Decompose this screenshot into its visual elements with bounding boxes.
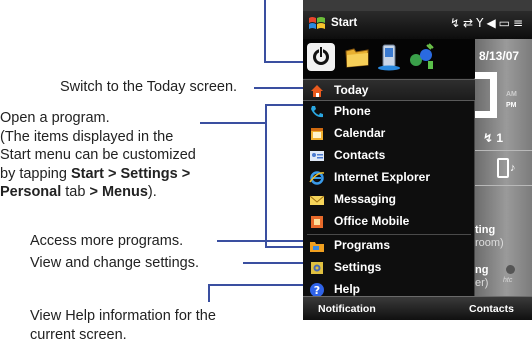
leader-open-program-top	[265, 104, 306, 106]
callout-help-line2: current screen.	[30, 326, 127, 343]
contacts-card-icon	[310, 151, 324, 161]
callout-open-program-line1: Open a program.	[0, 110, 110, 126]
menu-item-settings-label: Settings	[334, 260, 382, 274]
calendar-icon	[311, 128, 323, 140]
callout-open-program-line5-post: ).	[147, 184, 157, 200]
music-note-icon: ♪	[510, 162, 516, 174]
menu-item-phone-label: Phone	[334, 104, 371, 118]
callout-open-program: Open a program. (The items displayed in …	[0, 109, 196, 202]
phone-device-icon[interactable]	[375, 43, 403, 71]
missed-call-icon: ↯	[483, 131, 497, 145]
power-stem	[319, 46, 323, 58]
internet-explorer-icon	[309, 171, 325, 185]
callout-more-programs: Access more programs.	[30, 233, 184, 249]
appointment-tile[interactable]: ting room)	[475, 224, 504, 250]
callout-open-program-line5: Personal tab > Menus).	[0, 183, 196, 202]
menu-item-calendar-label: Calendar	[334, 126, 386, 140]
leader-iconbar-vertical	[264, 0, 266, 62]
leader-open-program-callout	[200, 122, 266, 124]
callout-open-program-line4-bold: Start > Settings >	[70, 165, 191, 182]
menu-item-office-mobile[interactable]: Office Mobile	[303, 211, 475, 233]
appointment-location: room)	[475, 237, 504, 249]
menu-item-messaging[interactable]: Messaging	[303, 189, 475, 211]
leader-today	[254, 87, 306, 89]
folder-icon[interactable]	[343, 43, 371, 71]
menu-item-settings[interactable]: Settings	[303, 257, 475, 279]
softkey-contacts[interactable]: Contacts	[469, 303, 514, 315]
music-player-icon[interactable]	[497, 158, 509, 178]
menu-item-programs-label: Programs	[334, 238, 391, 252]
leader-help-horizontal	[208, 284, 306, 286]
today-date: 8/13/07	[479, 49, 520, 63]
status-icons[interactable]: ↯⇄Y◀▭≡	[450, 16, 526, 30]
menu-item-calendar[interactable]: Calendar	[303, 123, 475, 145]
leader-settings	[243, 262, 306, 264]
callout-open-program-line4: by tapping Start > Settings >	[0, 165, 196, 184]
menu-item-programs[interactable]: Programs	[303, 235, 475, 257]
settings-icon	[311, 262, 323, 274]
callout-help: View Help information for the current sc…	[30, 307, 216, 344]
today-separator-2	[475, 185, 532, 186]
leader-programs	[217, 240, 306, 242]
second-tile-sub: er)	[475, 277, 489, 289]
callout-open-program-line4-text: by tapping	[0, 165, 71, 182]
htc-logo-mark	[506, 265, 515, 274]
softkey-notification[interactable]: Notification	[318, 303, 376, 315]
soft-key-bar: Notification Contacts	[303, 296, 532, 320]
power-icon[interactable]	[307, 43, 335, 71]
menu-item-internet-explorer[interactable]: Internet Explorer	[303, 167, 475, 189]
menu-item-phone[interactable]: Phone	[303, 101, 475, 123]
missed-call-number: 1	[496, 131, 504, 145]
programs-folder-icon	[310, 242, 324, 252]
today-separator-1	[475, 150, 532, 151]
menu-item-messaging-label: Messaging	[334, 192, 397, 206]
leader-open-program-bottom	[265, 246, 306, 248]
callout-open-program-line2: (The items displayed in the	[0, 128, 174, 145]
menu-item-today-label: Today	[334, 83, 369, 97]
windows-flag-icon[interactable]	[308, 15, 326, 33]
callout-open-program-line5-mid: tab	[61, 184, 90, 200]
missed-call-count: ↯ 1	[483, 131, 503, 145]
leader-open-program-vertical	[265, 104, 267, 248]
menu-item-help-label: Help	[334, 282, 361, 296]
title-bar: Start ↯⇄Y◀▭≡	[303, 11, 532, 39]
clock-pm-label: PM	[506, 102, 517, 109]
callout-settings: View and change settings.	[30, 255, 200, 271]
device-screen: Start ↯⇄Y◀▭≡ 8/13/07 AM PM ↯ 1 ♪ ting ro…	[303, 0, 532, 320]
second-tile[interactable]: ng er)	[475, 264, 488, 290]
callout-open-program-line5-bold-a: Personal	[0, 184, 62, 200]
communication-icon[interactable]	[407, 43, 435, 71]
callout-open-program-line5-bold-b: > Menus	[89, 184, 148, 200]
menu-item-contacts-label: Contacts	[334, 148, 386, 162]
window-title: Start	[331, 17, 358, 29]
clock-digit	[475, 72, 497, 118]
second-tile-title: ng	[475, 264, 489, 276]
today-house-icon	[311, 85, 323, 97]
menu-item-internet-explorer-label: Internet Explorer	[334, 170, 431, 184]
clock-am-label: AM	[506, 91, 517, 98]
menu-item-today[interactable]: Today	[303, 79, 475, 101]
office-mobile-icon	[311, 216, 323, 228]
callout-today: Switch to the Today screen.	[60, 79, 238, 95]
callout-open-program-line3: Start menu can be customized	[0, 147, 196, 163]
phone-handset-icon	[311, 106, 323, 118]
menu-item-office-mobile-label: Office Mobile	[334, 214, 410, 228]
menu-item-contacts[interactable]: Contacts	[303, 145, 475, 167]
htc-logo: htc	[503, 277, 513, 284]
callout-help-line1: View Help information for the	[30, 308, 216, 324]
leader-help-vertical	[208, 284, 210, 302]
start-menu-icon-bar	[303, 39, 475, 78]
appointment-title: ting	[475, 224, 496, 236]
start-menu: Today Phone Calendar Contacts Internet E…	[303, 39, 475, 297]
messaging-envelope-icon	[309, 195, 325, 205]
